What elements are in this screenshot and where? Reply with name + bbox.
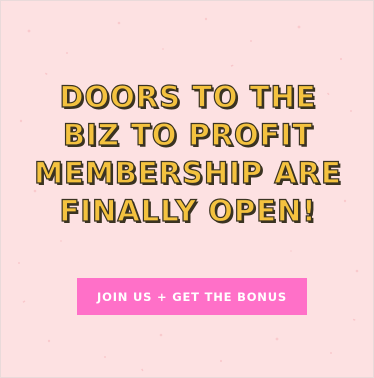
headline-line-2: BIZ TO PROFIT bbox=[62, 117, 314, 152]
promo-card: DOORS TO THE BIZ TO PROFIT MEMBERSHIP AR… bbox=[0, 0, 374, 378]
headline-line-1: DOORS TO THE bbox=[59, 79, 317, 114]
join-us-get-bonus-button[interactable]: JOIN US + GET THE BONUS bbox=[77, 278, 307, 315]
headline-line-3: MEMBERSHIP ARE bbox=[34, 155, 342, 190]
promo-headline: DOORS TO THE BIZ TO PROFIT MEMBERSHIP AR… bbox=[1, 78, 373, 230]
headline-line-4: FINALLY OPEN! bbox=[59, 193, 317, 228]
